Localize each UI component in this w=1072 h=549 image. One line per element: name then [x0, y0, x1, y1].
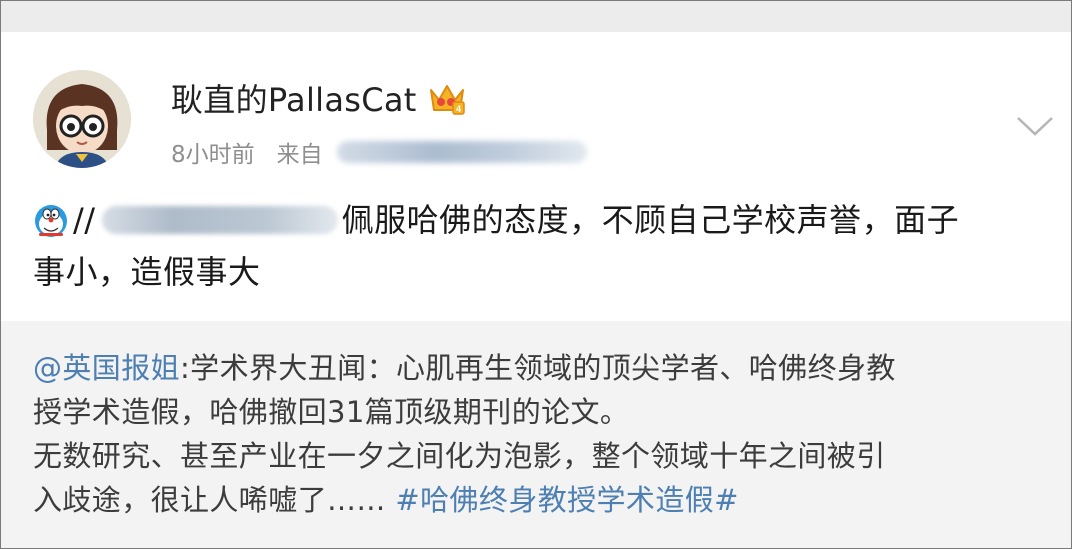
reposted-line-2-text: 授学术造假，哈佛撤回31篇顶级期刊的论文。 — [33, 395, 630, 429]
source-label: 来自 — [276, 142, 323, 168]
post-text-content-2: 事小，造假事大 — [33, 253, 261, 291]
reposted-line-1: @英国报姐 :学术界大丑闻：心肌再生领域的顶尖学者、哈佛终身教 — [33, 346, 1053, 390]
redacted-mention — [101, 206, 338, 234]
author-row: 耿直的PallasCat 4 — [171, 76, 467, 120]
mention-link[interactable]: @英国报姐 — [33, 346, 180, 390]
reposted-line-4: 入歧途，很让人唏嘘了…… #哈佛终身教授学术造假# — [33, 478, 1053, 522]
top-separator — [1, 1, 1071, 32]
post-meta: 8小时前 来自 — [171, 134, 587, 170]
hashtag-link[interactable]: #哈佛终身教授学术造假# — [395, 478, 738, 522]
reposted-line-1-text: :学术界大丑闻：心肌再生领域的顶尖学者、哈佛终身教 — [180, 351, 896, 385]
chevron-down-icon — [1017, 117, 1053, 136]
post-text-content-1: 佩服哈佛的态度，不顾自己学校声誉，面子 — [341, 201, 960, 239]
more-options-button[interactable] — [1015, 112, 1055, 142]
weibo-post-screenshot: 耿直的PallasCat 4 8小时前 来自 // 佩服哈佛的态度，不顾自己学校… — [0, 0, 1072, 549]
reposted-line-3-text: 无数研究、甚至产业在一夕之间化为泡影，整个领域十年之间被引 — [33, 439, 886, 473]
avatar[interactable] — [33, 70, 131, 168]
post-text-line-2: 事小，造假事大 — [33, 246, 1053, 298]
svg-text:4: 4 — [456, 104, 461, 114]
author-name[interactable]: 耿直的PallasCat — [171, 75, 417, 121]
reposted-line-3: 无数研究、甚至产业在一夕之间化为泡影，整个领域十年之间被引 — [33, 434, 1053, 478]
post-text-line-1: // 佩服哈佛的态度，不顾自己学校声誉，面子 — [33, 194, 1053, 246]
redacted-source — [336, 141, 587, 163]
post-text: // 佩服哈佛的态度，不顾自己学校声誉，面子 事小，造假事大 — [33, 194, 1053, 298]
post-time: 8小时前 — [171, 142, 255, 168]
crown-icon[interactable]: 4 — [427, 78, 467, 118]
doraemon-icon — [33, 202, 69, 238]
reposted-text: @英国报姐 :学术界大丑闻：心肌再生领域的顶尖学者、哈佛终身教 授学术造假，哈佛… — [33, 346, 1053, 522]
reposted-content[interactable]: @英国报姐 :学术界大丑闻：心肌再生领域的顶尖学者、哈佛终身教 授学术造假，哈佛… — [1, 321, 1071, 548]
avatar-illustration — [33, 70, 131, 168]
reposted-line-2: 授学术造假，哈佛撤回31篇顶级期刊的论文。 — [33, 390, 1053, 434]
repost-separator: // — [73, 201, 96, 239]
reposted-line-4-text: 入歧途，很让人唏嘘了…… — [33, 483, 396, 517]
